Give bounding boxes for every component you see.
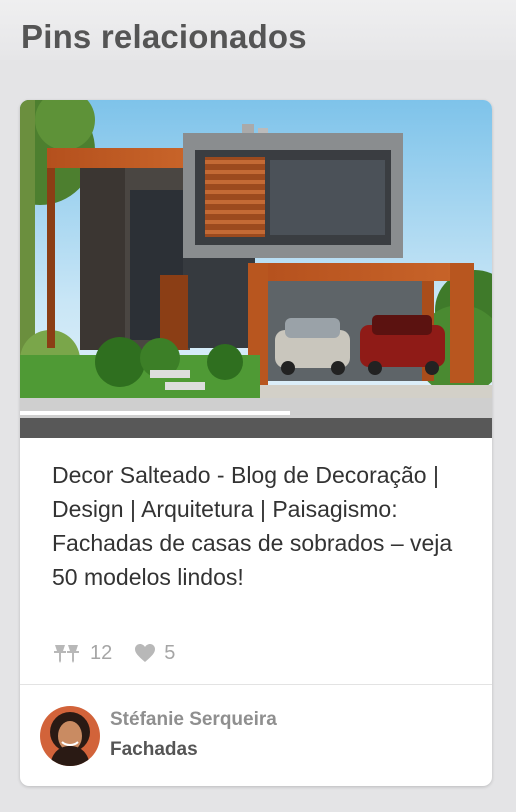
- pinner-name[interactable]: Stéfanie Serqueira: [110, 709, 277, 731]
- pushpin-icon: [54, 645, 79, 663]
- pin-image[interactable]: [20, 100, 492, 438]
- pin-stats: 12 5: [52, 641, 197, 665]
- repin-stat[interactable]: 12: [52, 642, 112, 665]
- pin-description[interactable]: Decor Salteado - Blog de Decoração | Des…: [52, 458, 467, 594]
- like-count: 5: [164, 641, 176, 664]
- avatar-image: [40, 706, 100, 766]
- card-divider: [20, 684, 492, 685]
- repin-count: 12: [90, 641, 113, 664]
- heart-icon: [135, 644, 156, 662]
- board-name[interactable]: Fachadas: [110, 739, 198, 761]
- section-title: Pins relacionados: [21, 18, 307, 55]
- avatar[interactable]: [40, 706, 100, 766]
- like-stat[interactable]: 5: [134, 642, 175, 665]
- pin-card[interactable]: Decor Salteado - Blog de Decoração | Des…: [20, 100, 492, 786]
